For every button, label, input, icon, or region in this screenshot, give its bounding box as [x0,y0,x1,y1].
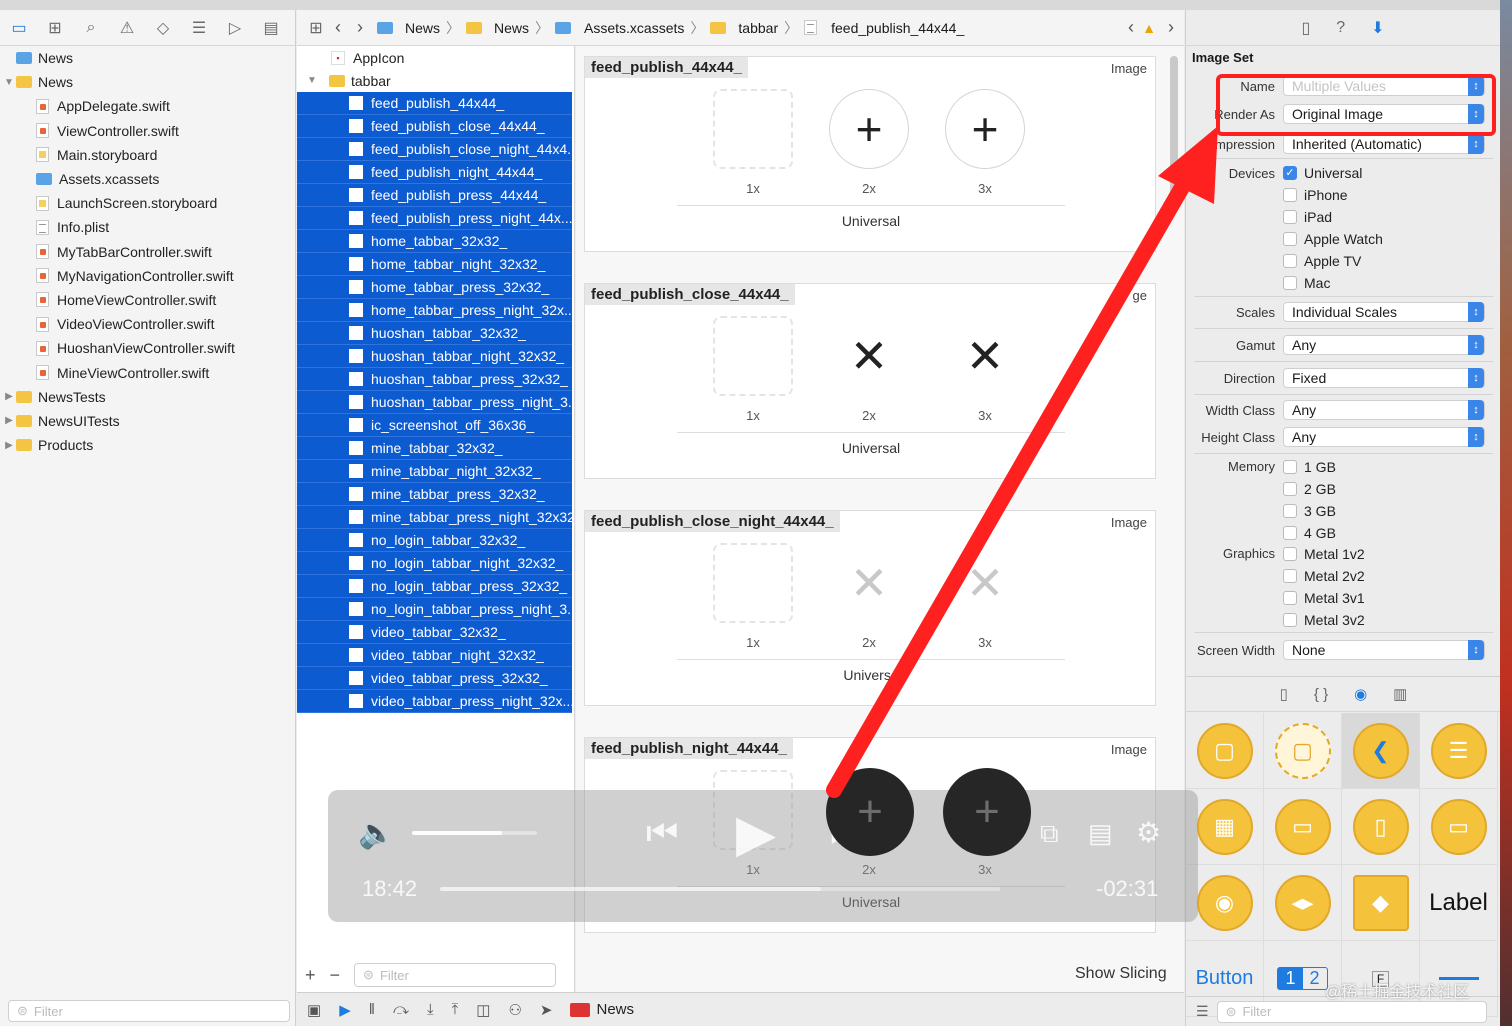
annotation-arrow [826,126,1218,798]
watermark: @稀土掘金技术社区 [1325,984,1470,1001]
arrow-shaft [826,162,1200,798]
desktop-edge [1500,0,1512,1026]
